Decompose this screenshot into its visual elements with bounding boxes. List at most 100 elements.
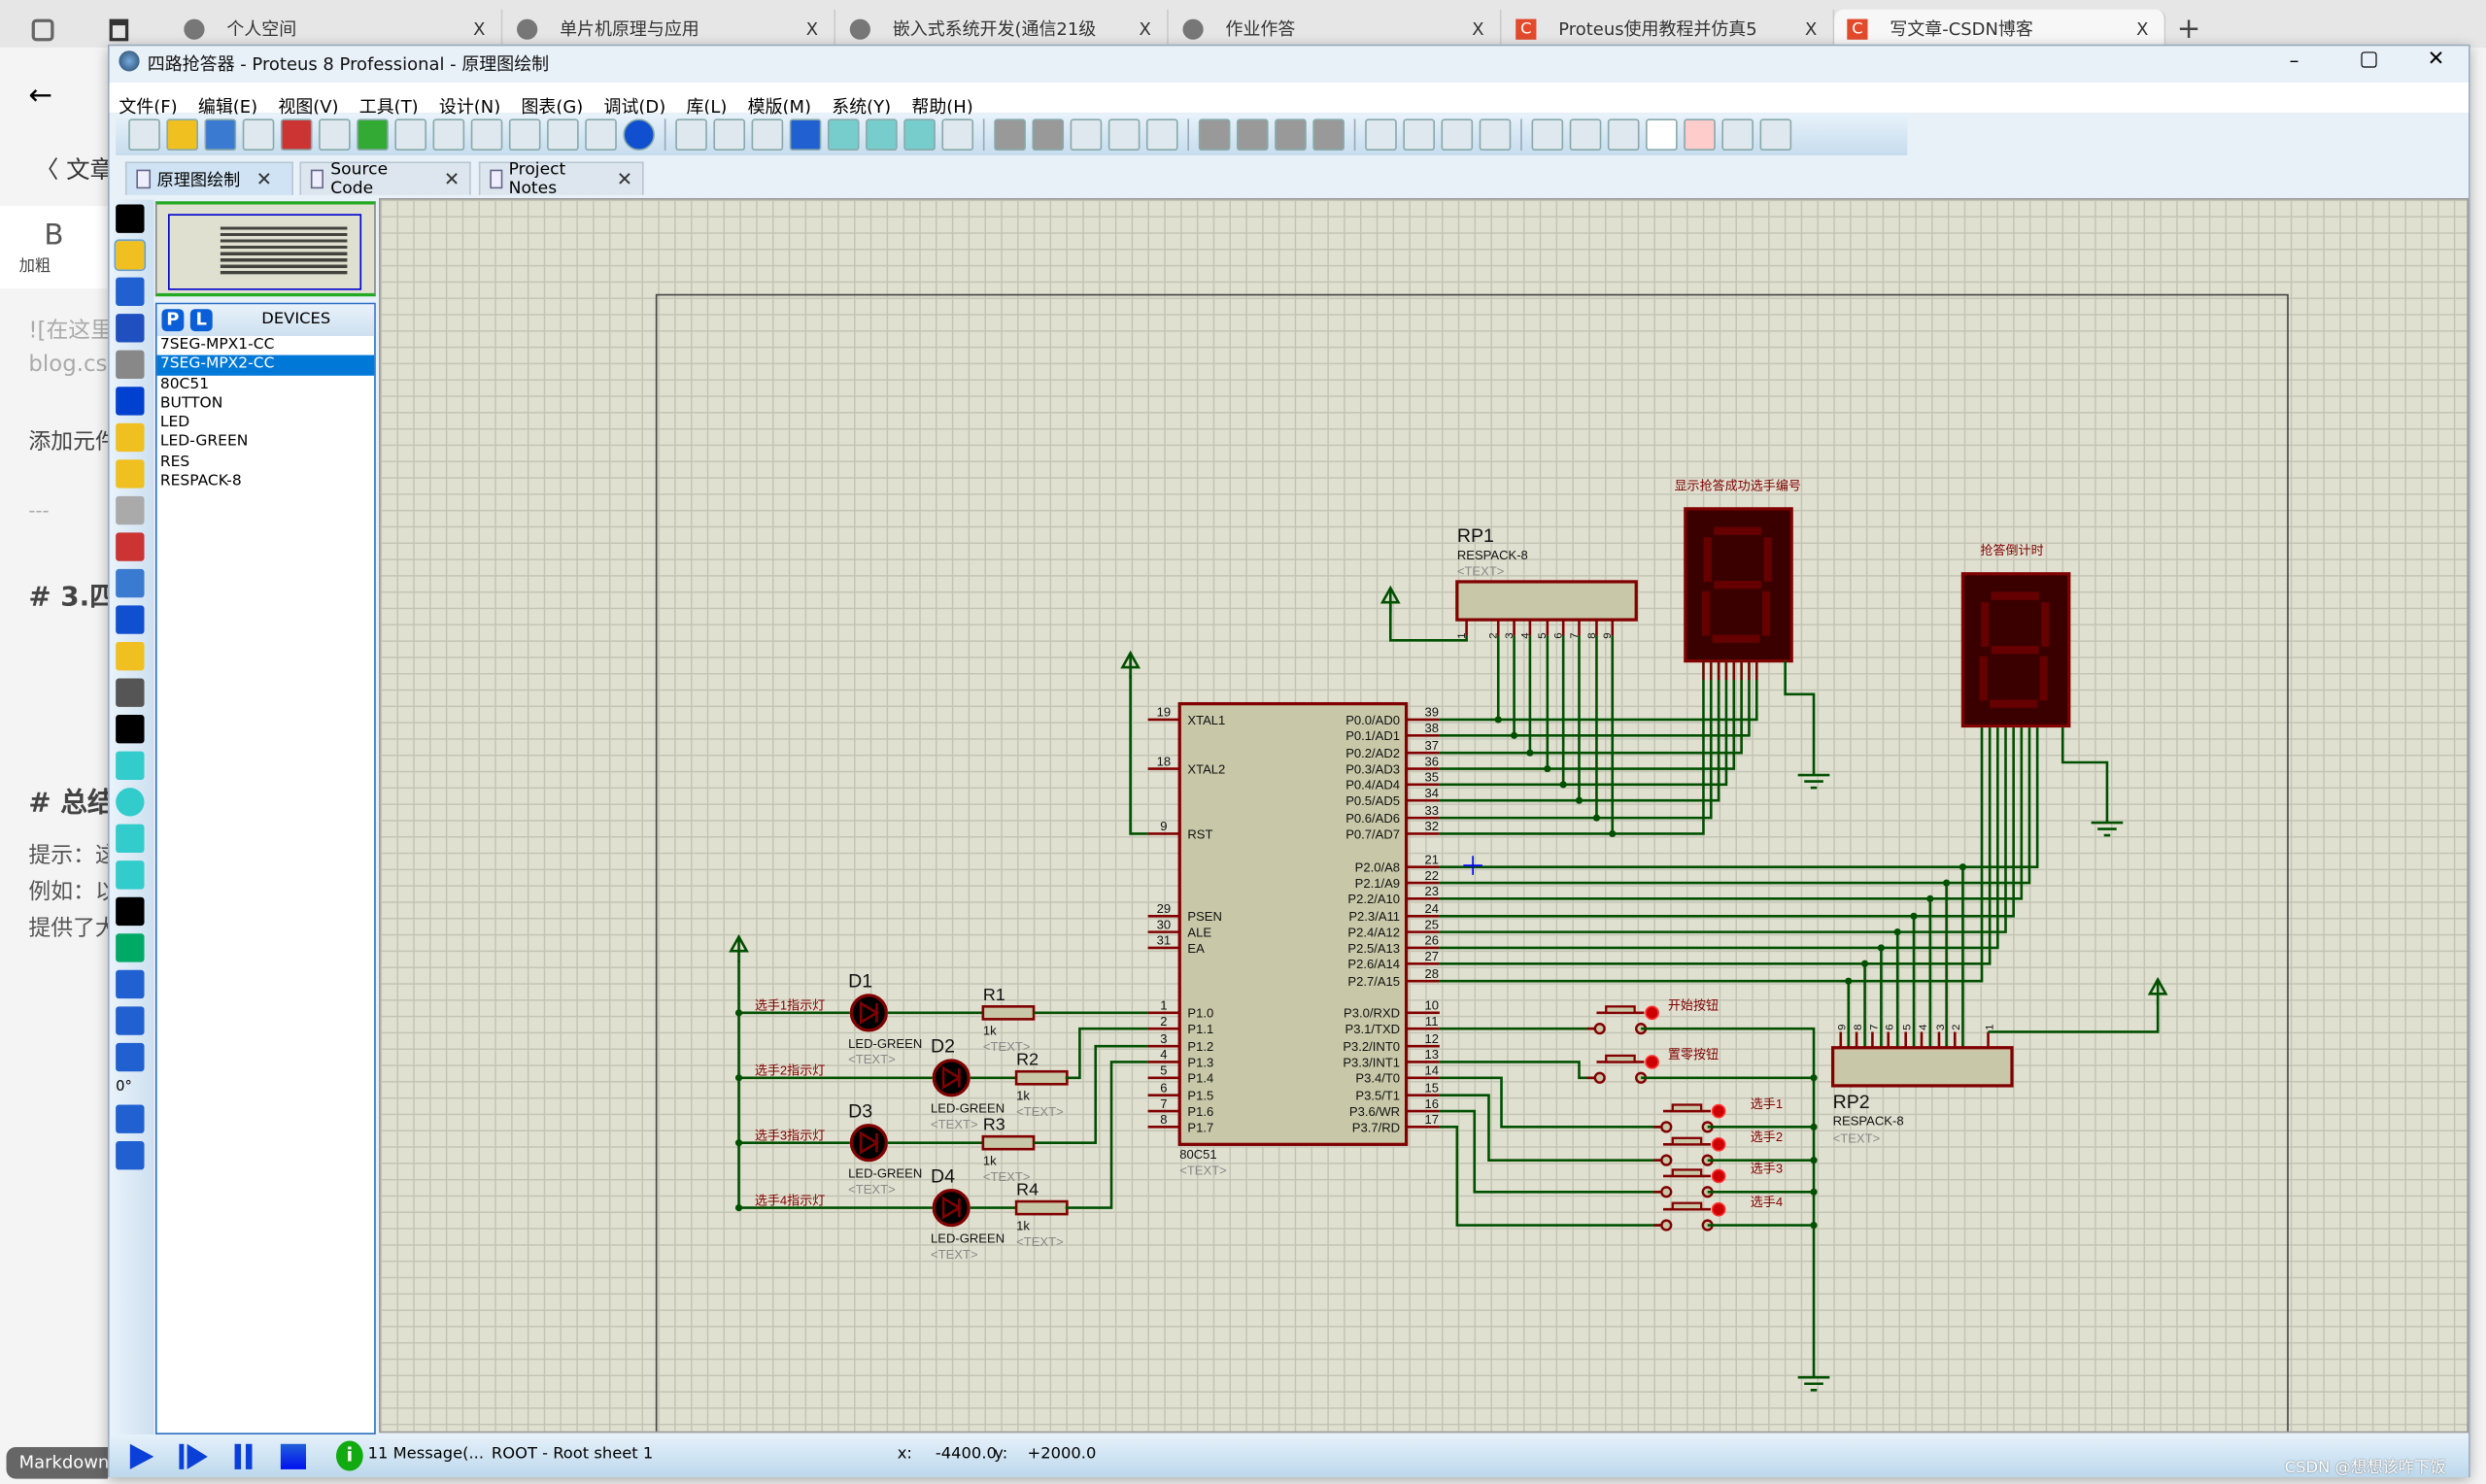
document-tab[interactable]: Source Code ✕	[299, 160, 471, 198]
subcircuit-tool-icon[interactable]	[116, 422, 145, 453]
close-button[interactable]: ✕	[2428, 48, 2445, 71]
terminal-tool-icon[interactable]	[116, 459, 145, 489]
box-tool-icon[interactable]	[116, 751, 145, 780]
wire-autorouter-icon[interactable]	[1531, 118, 1564, 152]
copy-icon[interactable]	[1107, 118, 1141, 152]
symbol-tool-icon[interactable]	[116, 933, 145, 962]
push-button[interactable]	[1671, 1103, 1703, 1113]
gerber-icon[interactable]	[432, 118, 465, 152]
text-script-tool-icon[interactable]	[116, 350, 145, 380]
undo-icon[interactable]	[994, 118, 1026, 152]
marker-tool-icon[interactable]	[116, 969, 145, 999]
open-file-icon[interactable]	[166, 118, 199, 152]
pick-devices-button[interactable]: P	[161, 309, 185, 332]
button-toggle-icon[interactable]	[1645, 1055, 1659, 1069]
back-to-articles[interactable]: 〈 文章	[35, 152, 114, 186]
line-tool-icon[interactable]	[116, 715, 145, 744]
zoom-out-icon[interactable]	[866, 118, 898, 152]
push-button[interactable]	[1671, 1136, 1703, 1146]
refresh-icon[interactable]	[675, 118, 707, 152]
cut-icon[interactable]	[1070, 118, 1103, 152]
source-code-icon[interactable]	[547, 118, 579, 152]
bold-button[interactable]: B 加粗	[0, 206, 108, 289]
rotation-angle[interactable]: 0°	[116, 1079, 149, 1098]
play-button[interactable]	[129, 1443, 154, 1469]
new-sheet-icon[interactable]	[1646, 118, 1678, 152]
close-tab-button[interactable]: X	[1805, 18, 1817, 39]
close-tab-icon[interactable]: ✕	[444, 168, 460, 190]
pick-device-icon[interactable]	[1365, 118, 1397, 152]
device-list-item[interactable]: LED-GREEN	[157, 433, 375, 453]
close-tab-icon[interactable]: ✕	[256, 168, 272, 190]
design-explorer-icon[interactable]	[508, 118, 541, 152]
close-tab-button[interactable]: X	[806, 18, 818, 39]
close-tab-button[interactable]: X	[473, 18, 485, 39]
browser-tab[interactable]: 个人空间 X	[171, 9, 503, 48]
tape-recorder-tool-icon[interactable]	[116, 568, 145, 598]
info-icon[interactable]: i	[335, 1440, 363, 1471]
rp2-resistor-pack[interactable]	[1830, 1046, 2014, 1088]
junction-tool-icon[interactable]	[116, 277, 145, 306]
voltage-probe-tool-icon[interactable]	[116, 641, 145, 671]
led-icon[interactable]	[932, 1189, 971, 1228]
messages-count[interactable]: 11 Message(...	[368, 1445, 484, 1463]
grid-icon[interactable]	[713, 118, 746, 152]
button-toggle-icon[interactable]	[1711, 1168, 1726, 1184]
notes-icon[interactable]	[585, 118, 617, 152]
select-tool-icon[interactable]	[116, 204, 145, 233]
rotate-ccw-tool-icon[interactable]	[116, 1042, 145, 1072]
virtual-instrument-tool-icon[interactable]	[116, 678, 145, 707]
help-icon[interactable]	[623, 118, 656, 152]
rotate-cw-tool-icon[interactable]	[116, 1006, 145, 1035]
device-pin-tool-icon[interactable]	[116, 495, 145, 525]
new-file-icon[interactable]	[128, 118, 160, 152]
step-button[interactable]	[179, 1443, 185, 1469]
browser-tab[interactable]: 单片机原理与应用 X	[504, 9, 836, 48]
device-list-item[interactable]: RESPACK-8	[157, 472, 375, 491]
device-list-item[interactable]: LED	[157, 414, 375, 433]
delete-sheet-icon[interactable]	[1684, 118, 1716, 152]
search-icon[interactable]	[1569, 118, 1602, 152]
paste-icon[interactable]	[1145, 118, 1178, 152]
mirror-y-tool-icon[interactable]	[116, 1141, 145, 1170]
device-list-item[interactable]: RES	[157, 453, 375, 472]
resistor[interactable]	[981, 1005, 1036, 1021]
browser-tab[interactable]: C 写文章-CSDN博客 X	[1834, 9, 2166, 48]
push-button[interactable]	[1671, 1168, 1703, 1178]
push-button[interactable]	[1605, 1005, 1636, 1015]
device-list-item[interactable]: BUTTON	[157, 394, 375, 414]
resistor[interactable]	[1014, 1069, 1069, 1086]
zoom-area-icon[interactable]	[941, 118, 974, 152]
resistor[interactable]	[981, 1134, 1036, 1151]
text-tool-icon[interactable]	[116, 896, 145, 927]
device-list[interactable]: 7SEG-MPX1-CC 7SEG-MPX2-CC 80C51 BUTTON LED LE…	[156, 336, 375, 492]
home-icon[interactable]	[280, 118, 313, 152]
push-button[interactable]	[1605, 1054, 1636, 1063]
device-list-item[interactable]: 7SEG-MPX2-CC	[156, 355, 375, 376]
led-icon[interactable]	[849, 994, 888, 1032]
bom-icon[interactable]	[470, 118, 503, 152]
device-list-item[interactable]: 80C51	[157, 375, 375, 394]
workspaces-icon[interactable]	[31, 18, 54, 42]
maximize-button[interactable]: ▢	[2359, 48, 2378, 71]
pan-icon[interactable]	[789, 118, 822, 152]
path-tool-icon[interactable]	[116, 860, 145, 890]
close-tab-button[interactable]: X	[1140, 18, 1151, 39]
schematic-canvas[interactable]: 19 XTAL1 18 XTAL2 9 RST 29 PSEN 30 ALE 31 EA 1 P1.0 2 P…	[379, 198, 2469, 1433]
redo-icon[interactable]	[1032, 118, 1065, 152]
schematic-icon[interactable]	[319, 118, 351, 152]
rp1-resistor-pack[interactable]	[1455, 580, 1638, 622]
browser-tab[interactable]: C Proteus使用教程并仿真5 X	[1503, 9, 1835, 48]
block-copy-icon[interactable]	[1198, 118, 1231, 152]
wire-label-tool-icon[interactable]	[116, 314, 145, 343]
package-icon[interactable]	[1441, 118, 1474, 152]
save-icon[interactable]	[204, 118, 237, 152]
import-icon[interactable]	[242, 118, 275, 152]
button-toggle-icon[interactable]	[1711, 1103, 1726, 1119]
browser-tab[interactable]: 嵌入式系统开发(通信21级 X	[837, 9, 1169, 48]
close-tab-button[interactable]: X	[1472, 18, 1483, 39]
button-toggle-icon[interactable]	[1711, 1201, 1726, 1217]
decompose-icon[interactable]	[1479, 118, 1512, 152]
button-toggle-icon[interactable]	[1711, 1136, 1726, 1152]
goto-sheet-icon[interactable]	[1721, 118, 1754, 152]
